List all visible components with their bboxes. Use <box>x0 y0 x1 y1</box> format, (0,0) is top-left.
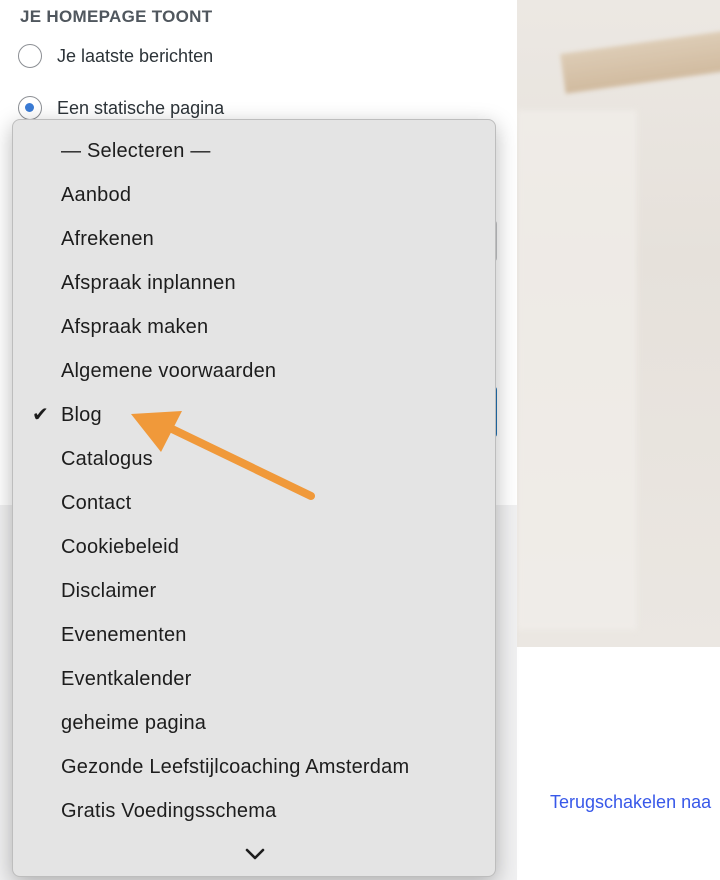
dropdown-option[interactable]: Catalogus <box>13 437 495 481</box>
radio-button-latest-posts[interactable] <box>18 44 42 68</box>
dropdown-option-label: geheime pagina <box>61 712 207 734</box>
switch-back-link[interactable]: Terugschakelen naa <box>550 792 711 813</box>
dropdown-option-label: Afspraak maken <box>61 316 209 338</box>
dropdown-option-label: Algemene voorwaarden <box>61 360 277 382</box>
dropdown-option[interactable]: Gratis Voedingsschema <box>13 789 495 833</box>
dropdown-option-label: Afrekenen <box>61 228 154 250</box>
dropdown-option[interactable]: — Selecteren — <box>13 129 495 173</box>
dropdown-option-label: Evenementen <box>61 624 187 646</box>
dropdown-option[interactable]: Evenementen <box>13 613 495 657</box>
radio-label-static-page: Een statische pagina <box>57 97 225 118</box>
dropdown-option[interactable]: Contact <box>13 481 495 525</box>
preview-image-wall <box>517 110 637 630</box>
dropdown-option[interactable]: geheime pagina <box>13 701 495 745</box>
dropdown-option[interactable]: Eventkalender <box>13 657 495 701</box>
dropdown-option[interactable]: Disclaimer <box>13 569 495 613</box>
dropdown-option-label: Blog <box>61 404 102 426</box>
dropdown-option-label: Disclaimer <box>61 580 157 602</box>
dropdown-option-label: Eventkalender <box>61 668 192 690</box>
dropdown-option[interactable]: Aanbod <box>13 173 495 217</box>
page-select-dropdown[interactable]: — Selecteren — Aanbod Afrekenen Afspraak in… <box>12 119 496 877</box>
dropdown-option-label: Contact <box>61 492 132 514</box>
site-preview <box>517 0 720 647</box>
radio-label-latest-posts: Je laatste berichten <box>57 45 214 66</box>
dropdown-option[interactable]: Afrekenen <box>13 217 495 261</box>
dropdown-option[interactable]: Afspraak inplannen <box>13 261 495 305</box>
dropdown-option-label: Gezonde Leefstijlcoaching Amsterdam <box>61 756 410 778</box>
checkmark-icon: ✔ <box>32 404 49 426</box>
radio-option-latest-posts[interactable]: Je laatste berichten <box>18 42 213 70</box>
dropdown-option[interactable]: Gezonde Leefstijlcoaching Amsterdam <box>13 745 495 789</box>
dropdown-option[interactable]: Afspraak maken <box>13 305 495 349</box>
dropdown-option-label: Gratis Voedingsschema <box>61 800 277 822</box>
preview-footer <box>517 647 720 880</box>
dropdown-option[interactable]: ✔ Blog <box>13 393 495 437</box>
dropdown-option-label: Afspraak inplannen <box>61 272 236 294</box>
radio-option-static-page[interactable]: Een statische pagina <box>18 94 224 122</box>
dropdown-option[interactable]: Cookiebeleid <box>13 525 495 569</box>
dropdown-option[interactable]: Algemene voorwaarden <box>13 349 495 393</box>
dropdown-option-label: — Selecteren — <box>61 140 211 162</box>
section-heading: JE HOMEPAGE TOONT <box>20 7 213 26</box>
preview-image-shelf <box>560 26 720 94</box>
dropdown-option-label: Catalogus <box>61 448 153 470</box>
dropdown-option-list: — Selecteren — Aanbod Afrekenen Afspraak in… <box>13 129 495 833</box>
dropdown-option-label: Aanbod <box>61 184 132 206</box>
chevron-down-icon[interactable] <box>241 842 269 866</box>
dropdown-option-label: Cookiebeleid <box>61 536 180 558</box>
radio-button-static-page[interactable] <box>18 96 42 120</box>
